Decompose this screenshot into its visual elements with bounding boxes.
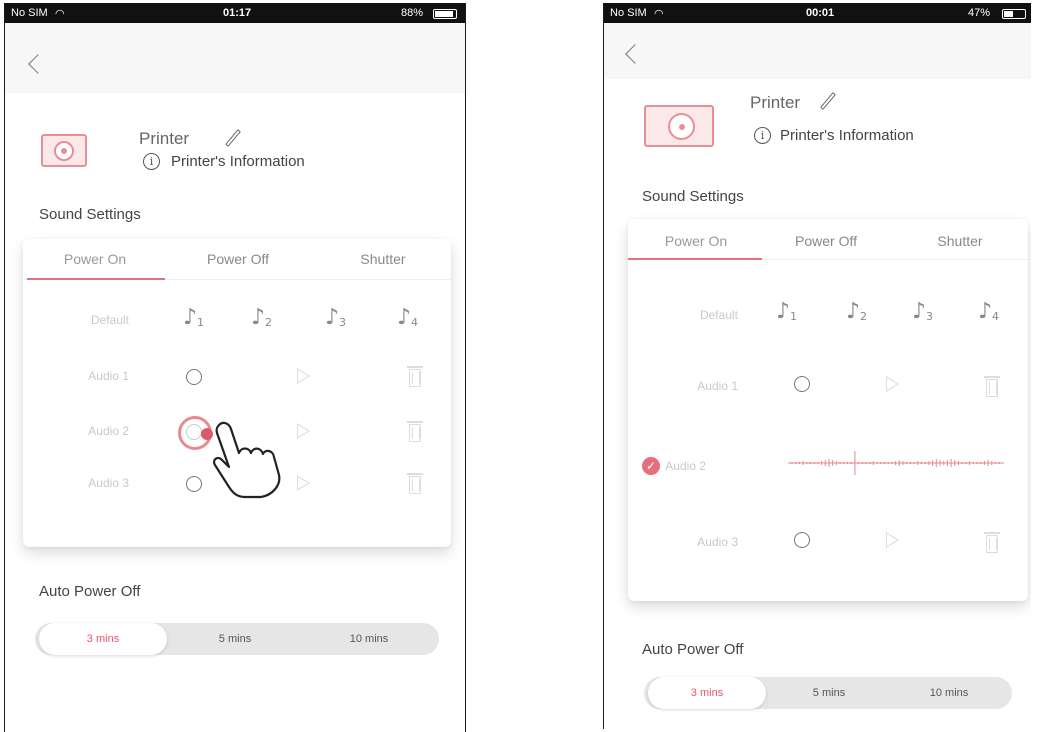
audio-2-waveform bbox=[788, 451, 1004, 475]
disc-icon bbox=[668, 113, 695, 140]
info-icon[interactable]: i bbox=[754, 127, 771, 144]
nav-bar bbox=[5, 23, 465, 93]
back-icon[interactable] bbox=[625, 44, 645, 64]
audio-3-radio[interactable] bbox=[794, 532, 810, 548]
tab-power-off[interactable]: Power Off bbox=[178, 251, 298, 267]
tab-power-on[interactable]: Power On bbox=[35, 251, 155, 267]
pencil-icon[interactable] bbox=[225, 129, 241, 147]
sound-settings-title: Sound Settings bbox=[642, 188, 744, 205]
tab-power-off[interactable]: Power Off bbox=[766, 233, 886, 249]
status-bar: No SIM ◠ 01:17 88% bbox=[5, 3, 465, 23]
battery-icon bbox=[433, 9, 457, 19]
status-bar: No SIM ◠ 00:01 47% bbox=[604, 3, 1031, 23]
audio-2-label: Audio 2 bbox=[665, 459, 706, 473]
tab-shutter[interactable]: Shutter bbox=[900, 233, 1020, 249]
battery-percent: 88% bbox=[401, 7, 424, 19]
tone-4-icon[interactable]: ♪4 bbox=[397, 307, 418, 329]
tab-active-underline bbox=[628, 258, 762, 260]
battery-icon bbox=[1002, 9, 1026, 19]
option-10-mins[interactable]: 10 mins bbox=[305, 623, 433, 655]
tone-2-icon[interactable]: ♪2 bbox=[251, 307, 272, 329]
audio-2-label: Audio 2 bbox=[88, 424, 129, 438]
audio-2-play-icon[interactable] bbox=[297, 423, 310, 439]
audio-3-label: Audio 3 bbox=[697, 535, 738, 549]
sound-settings-card: Power On Power Off Shutter Default ♪1 ♪2… bbox=[23, 239, 451, 547]
tap-hand-icon bbox=[213, 421, 281, 499]
carrier-label: No SIM bbox=[610, 7, 647, 19]
audio-3-play-icon[interactable] bbox=[886, 532, 899, 548]
tone-3-icon[interactable]: ♪3 bbox=[912, 301, 933, 323]
sound-settings-title: Sound Settings bbox=[39, 206, 141, 223]
audio-3-trash-icon[interactable] bbox=[984, 532, 1000, 553]
tone-1-icon[interactable]: ♪1 bbox=[776, 301, 797, 323]
tone-4-icon[interactable]: ♪4 bbox=[978, 301, 999, 323]
nav-bar bbox=[604, 23, 1031, 79]
audio-1-label: Audio 1 bbox=[697, 379, 738, 393]
audio-1-label: Audio 1 bbox=[88, 369, 129, 383]
audio-1-radio[interactable] bbox=[794, 376, 810, 392]
battery-fill bbox=[435, 11, 453, 17]
wifi-icon: ◠ bbox=[654, 8, 664, 20]
audio-1-play-icon[interactable] bbox=[886, 376, 899, 392]
back-icon[interactable] bbox=[28, 54, 48, 74]
pencil-icon[interactable] bbox=[820, 92, 836, 110]
auto-power-off-title: Auto Power Off bbox=[39, 583, 141, 600]
auto-power-off-selector: 3 mins 5 mins 10 mins bbox=[35, 623, 439, 655]
audio-2-trash-icon[interactable] bbox=[407, 421, 423, 442]
printer-information-link[interactable]: Printer's Information bbox=[171, 153, 305, 170]
disc-icon bbox=[54, 141, 74, 161]
sound-settings-card: Power On Power Off Shutter Default ♪1 ♪2… bbox=[628, 219, 1028, 601]
auto-power-off-selector: 3 mins 5 mins 10 mins bbox=[644, 677, 1012, 709]
info-icon[interactable]: i bbox=[143, 153, 160, 170]
option-5-mins[interactable]: 5 mins bbox=[171, 623, 299, 655]
printer-name: Printer bbox=[139, 129, 190, 148]
audio-3-trash-icon[interactable] bbox=[407, 473, 423, 494]
tone-2-icon[interactable]: ♪2 bbox=[846, 301, 867, 323]
battery-fill bbox=[1004, 11, 1013, 17]
printer-icon bbox=[644, 105, 714, 147]
printer-information-link[interactable]: Printer's Information bbox=[780, 127, 914, 144]
carrier-label: No SIM bbox=[11, 7, 48, 19]
printer-icon bbox=[41, 134, 87, 167]
printer-name: Printer bbox=[750, 93, 801, 112]
clock: 01:17 bbox=[223, 7, 252, 19]
audio-1-play-icon[interactable] bbox=[297, 368, 310, 384]
audio-1-radio[interactable] bbox=[186, 369, 202, 385]
wifi-icon: ◠ bbox=[55, 8, 65, 20]
default-label: Default bbox=[90, 313, 129, 327]
tab-active-underline bbox=[27, 278, 165, 280]
battery-percent: 47% bbox=[968, 7, 991, 19]
tab-power-on[interactable]: Power On bbox=[636, 233, 756, 249]
option-3-mins[interactable]: 3 mins bbox=[39, 623, 167, 655]
option-5-mins[interactable]: 5 mins bbox=[770, 677, 888, 709]
audio-3-label: Audio 3 bbox=[88, 476, 129, 490]
option-10-mins[interactable]: 10 mins bbox=[890, 677, 1008, 709]
tone-3-icon[interactable]: ♪3 bbox=[325, 307, 346, 329]
auto-power-off-title: Auto Power Off bbox=[642, 641, 744, 658]
tone-1-icon[interactable]: ♪1 bbox=[183, 307, 204, 329]
audio-1-trash-icon[interactable] bbox=[984, 376, 1000, 397]
tab-shutter[interactable]: Shutter bbox=[323, 251, 443, 267]
audio-3-play-icon[interactable] bbox=[297, 475, 310, 491]
left-phone-screen: No SIM ◠ 01:17 88% Printer i Printer's I… bbox=[4, 3, 466, 732]
audio-3-radio[interactable] bbox=[186, 476, 202, 492]
clock: 00:01 bbox=[806, 7, 835, 19]
audio-1-trash-icon[interactable] bbox=[407, 366, 423, 387]
right-phone-screen: No SIM ◠ 00:01 47% Printer i Printer's I… bbox=[603, 3, 1031, 729]
default-label: Default bbox=[699, 308, 738, 322]
option-3-mins[interactable]: 3 mins bbox=[648, 677, 766, 709]
